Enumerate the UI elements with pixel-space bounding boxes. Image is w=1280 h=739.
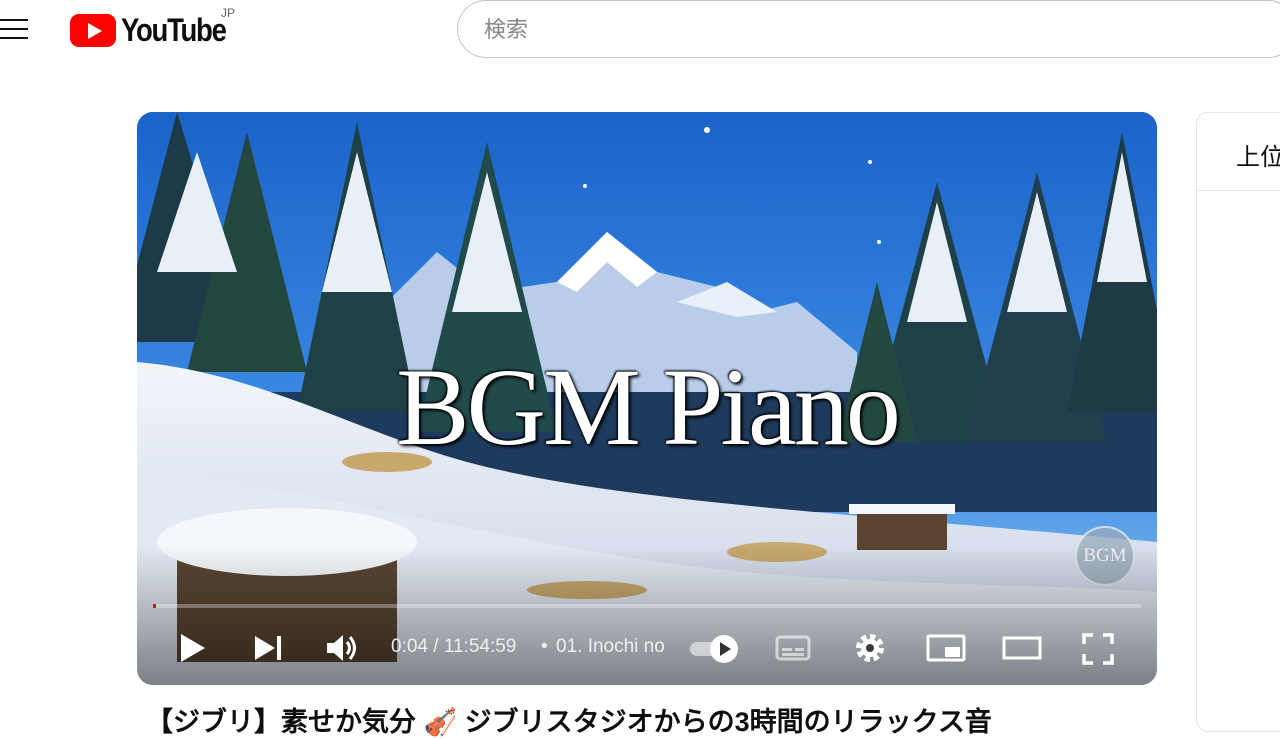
play-icon <box>181 634 205 662</box>
autoplay-toggle[interactable] <box>686 633 742 665</box>
panel-tab-label[interactable]: 上位 <box>1236 137 1280 172</box>
settings-button[interactable] <box>853 631 887 665</box>
search-box[interactable] <box>457 0 1280 58</box>
youtube-logo[interactable]: YouTube <box>70 10 243 50</box>
autoplay-toggle-icon <box>690 635 738 663</box>
subtitles-button[interactable] <box>775 633 811 663</box>
chat-replay-panel: 上位 <box>1196 112 1280 732</box>
progress-bar[interactable] <box>153 604 1141 608</box>
miniplayer-button[interactable] <box>926 633 966 663</box>
fullscreen-icon <box>1082 633 1114 665</box>
menu-icon[interactable] <box>0 12 30 46</box>
youtube-play-logo-icon <box>70 13 116 47</box>
theater-mode-icon <box>1002 636 1042 660</box>
panel-divider <box>1197 190 1280 191</box>
subtitles-icon <box>775 635 811 661</box>
miniplayer-icon <box>926 634 966 662</box>
theater-mode-button[interactable] <box>1001 633 1043 663</box>
chapter-title[interactable]: 01. Inochi no <box>556 636 665 658</box>
video-player[interactable]: BGM Piano BGM 0:04 / 11:54:59 • 01. Inoc… <box>137 112 1157 685</box>
progress-fill <box>153 604 156 608</box>
country-code: JP <box>221 6 236 20</box>
chapter-separator: • <box>541 636 548 657</box>
video-overlay-title: BGM Piano <box>396 346 901 468</box>
logo-text: YouTube <box>121 11 227 48</box>
fullscreen-button[interactable] <box>1081 632 1115 666</box>
play-button[interactable] <box>177 632 207 664</box>
volume-icon <box>327 635 356 661</box>
controls-gradient <box>137 545 1157 685</box>
search-input[interactable] <box>482 15 1186 45</box>
next-icon <box>255 636 281 660</box>
settings-icon <box>856 634 884 662</box>
time-display: 0:04 / 11:54:59 <box>391 636 517 657</box>
volume-button[interactable] <box>325 632 361 664</box>
next-button[interactable] <box>253 634 283 662</box>
